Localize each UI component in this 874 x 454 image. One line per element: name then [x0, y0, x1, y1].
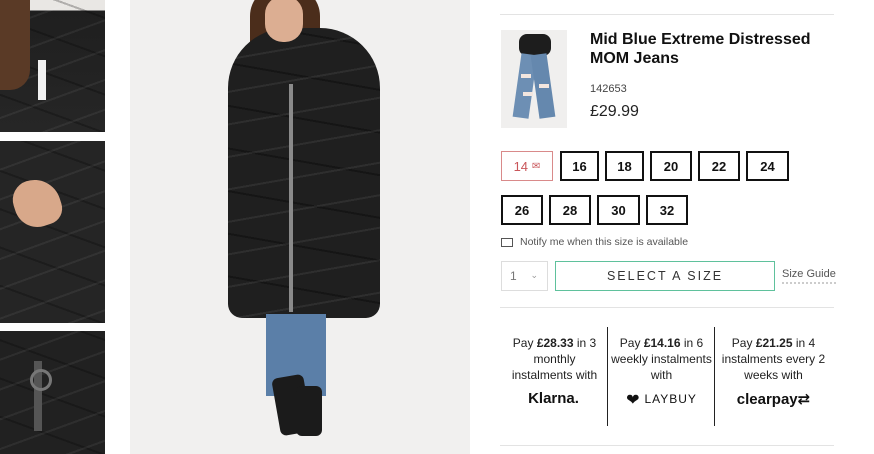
clearpay-arrows-icon: ⇄ — [797, 391, 811, 408]
thumbnail-2[interactable] — [0, 141, 105, 323]
product-thumbnail-rip — [521, 74, 531, 78]
quantity-select[interactable]: 1 ⌄ — [501, 261, 548, 291]
size-button-20[interactable]: 20 — [650, 151, 692, 181]
thumbnail-3-zip-pull — [30, 369, 52, 391]
model-shoe-right — [296, 386, 322, 436]
size-label: 14 — [513, 158, 529, 174]
envelope-icon — [501, 237, 513, 247]
payment-amount: £14.16 — [643, 336, 681, 350]
size-button-14[interactable]: 14 ✉ — [501, 151, 553, 181]
thumbnail-2-quilt — [0, 141, 105, 323]
payment-option-klarna: Pay £28.33 in 3 monthly instalments with — [502, 335, 607, 383]
payment-amount: £21.25 — [755, 336, 793, 350]
product-thumbnail-rip — [523, 92, 533, 96]
payment-pre: Pay — [619, 336, 644, 350]
size-button-30[interactable]: 30 — [597, 195, 640, 225]
size-button-24[interactable]: 24 — [746, 151, 789, 181]
product-sku: 142653 — [590, 83, 627, 95]
payment-amount: £28.33 — [536, 336, 574, 350]
laybuy-wordmark: LAYBUY — [644, 392, 697, 406]
model-face — [265, 0, 303, 42]
product-title: Mid Blue Extreme Distressed MOM Jeans — [590, 31, 811, 67]
model-coat — [228, 28, 380, 318]
thumbnail-1-top — [38, 60, 46, 100]
main-product-image[interactable] — [130, 0, 470, 454]
payment-pre: Pay — [731, 336, 756, 350]
laybuy-logo[interactable]: ❤ LAYBUY — [609, 390, 714, 410]
clearpay-wordmark: clearpay — [736, 391, 798, 408]
envelope-icon: ✉ — [532, 160, 541, 172]
payment-separator — [607, 327, 608, 426]
klarna-logo[interactable]: Klarna. — [501, 390, 606, 407]
size-guide-link[interactable]: Size Guide — [782, 268, 836, 284]
product-thumbnail[interactable] — [501, 30, 567, 128]
quantity-value: 1 — [510, 269, 517, 283]
product-thumbnail-rip — [539, 84, 549, 88]
payment-pre: Pay — [512, 336, 537, 350]
divider-middle — [500, 307, 834, 308]
size-button-16[interactable]: 16 — [560, 151, 599, 181]
laybuy-heart-icon: ❤ — [626, 392, 641, 409]
payment-separator — [714, 327, 715, 426]
chevron-down-icon: ⌄ — [530, 270, 538, 280]
product-price: £29.99 — [590, 103, 639, 120]
notify-text: Notify me when this size is available — [520, 236, 689, 248]
size-button-22[interactable]: 22 — [698, 151, 740, 181]
notify-me[interactable]: Notify me when this size is available — [501, 236, 688, 248]
size-button-26[interactable]: 26 — [501, 195, 543, 225]
select-size-button[interactable]: SELECT A SIZE — [555, 261, 775, 291]
thumbnail-3[interactable] — [0, 331, 105, 454]
thumbnail-1[interactable] — [0, 0, 105, 132]
thumbnail-1-hair — [0, 0, 30, 90]
size-button-18[interactable]: 18 — [605, 151, 644, 181]
divider-bottom — [500, 445, 834, 446]
size-button-28[interactable]: 28 — [549, 195, 591, 225]
payment-option-clearpay: Pay £21.25 in 4 instalments every 2 week… — [721, 335, 826, 383]
size-button-32[interactable]: 32 — [646, 195, 688, 225]
thumbnail-3-quilt — [0, 331, 105, 454]
payment-option-laybuy: Pay £14.16 in 6 weekly instalments with — [609, 335, 714, 383]
coat-zipper — [289, 84, 293, 312]
divider-top — [500, 14, 834, 15]
clearpay-logo[interactable]: clearpay⇄ — [721, 390, 826, 408]
coat-quilting — [228, 28, 380, 318]
